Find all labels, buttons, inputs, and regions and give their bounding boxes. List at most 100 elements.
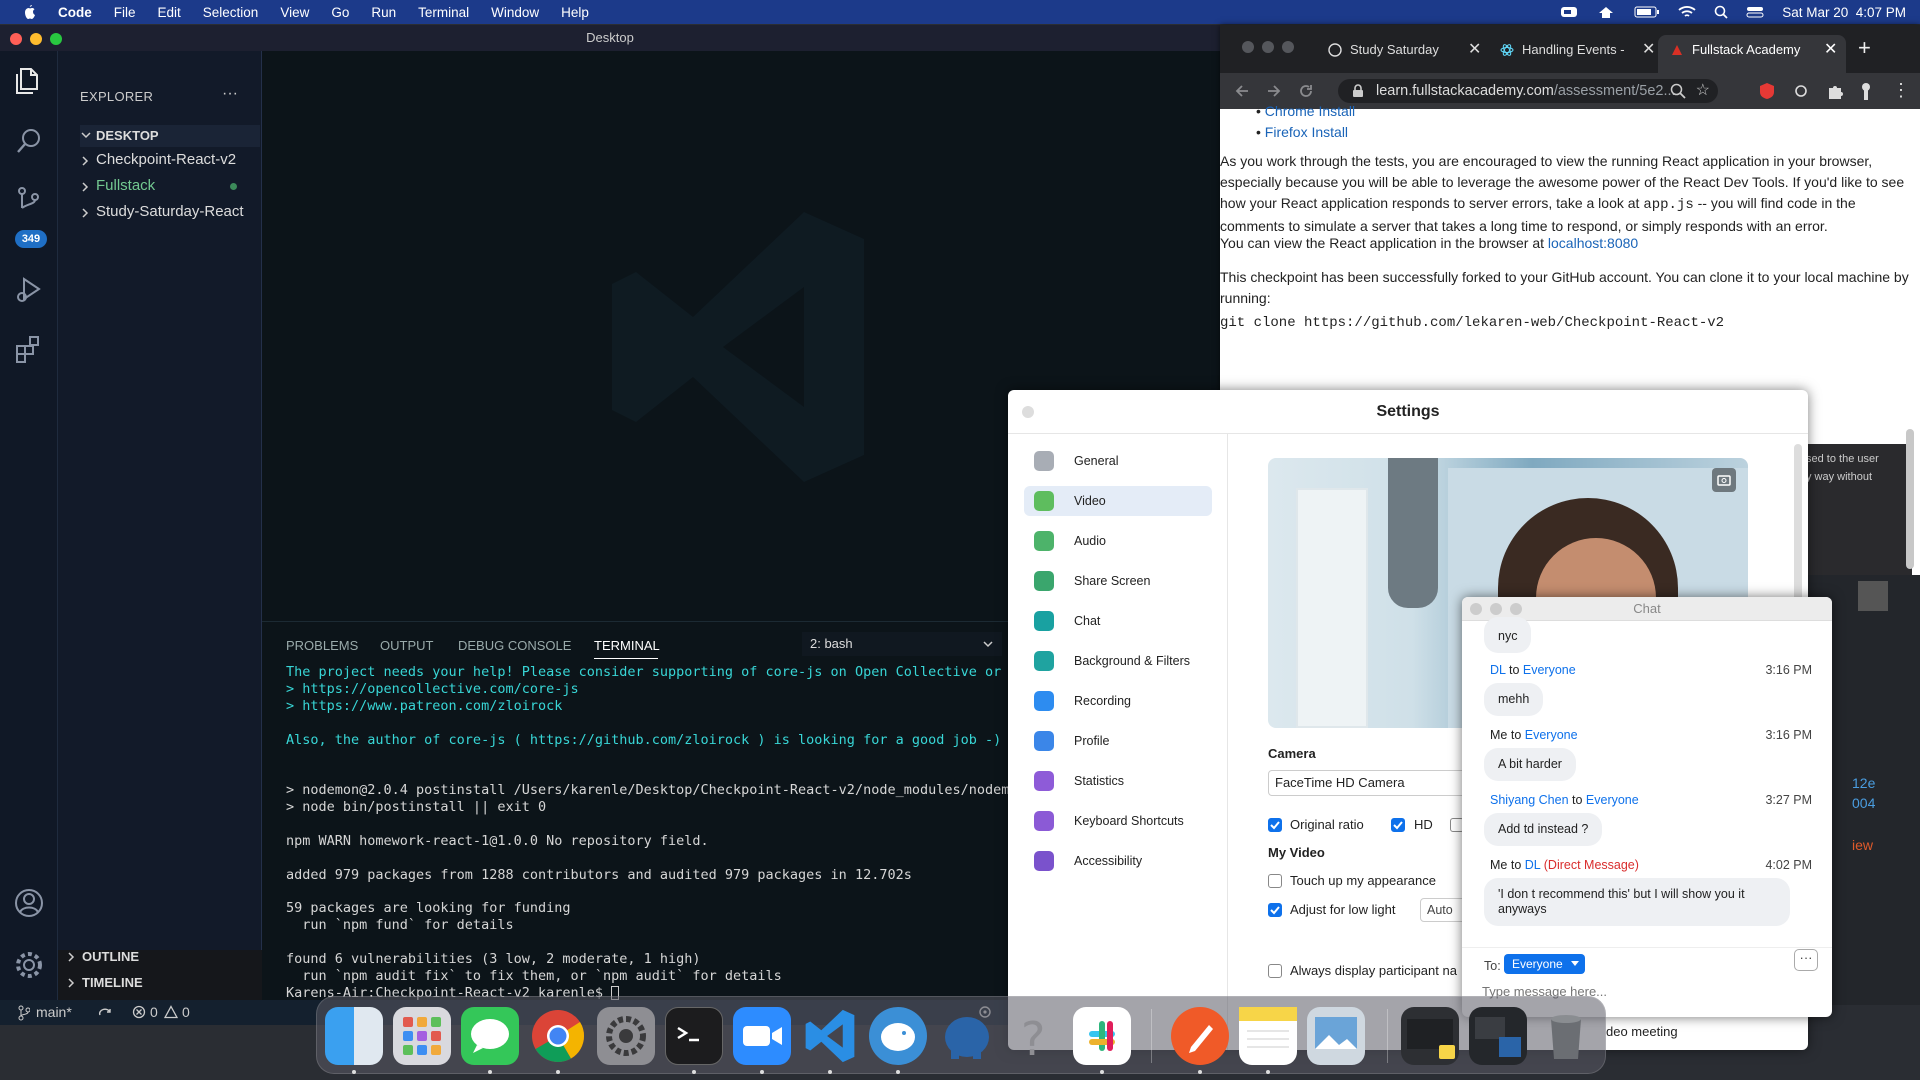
slack-icon[interactable] xyxy=(1073,1007,1131,1065)
window-close-button[interactable] xyxy=(1242,41,1254,53)
menu-selection[interactable]: Selection xyxy=(203,5,259,20)
profile-avatar-icon[interactable] xyxy=(1856,80,1876,102)
desktop-section-header[interactable]: DESKTOP xyxy=(80,125,260,147)
back-icon[interactable] xyxy=(1234,83,1250,99)
recipient-name[interactable]: DL xyxy=(1525,858,1541,872)
menu-edit[interactable]: Edit xyxy=(158,5,181,20)
tableplus-icon[interactable] xyxy=(869,1007,927,1065)
tab-terminal[interactable]: TERMINAL xyxy=(594,638,660,653)
warning-count[interactable]: 0 xyxy=(182,1004,190,1020)
finder-icon[interactable] xyxy=(325,1007,383,1065)
extension-bug-icon[interactable] xyxy=(1792,82,1810,100)
sidebar-item-profile[interactable]: Profile xyxy=(1024,726,1212,756)
always-display-names-checkbox[interactable] xyxy=(1268,964,1282,978)
bookmark-star-icon[interactable]: ☆ xyxy=(1696,79,1710,103)
tab-study-saturday[interactable]: Study Saturday ✕ xyxy=(1324,35,1494,73)
zoom-status-icon[interactable] xyxy=(1560,5,1578,19)
new-tab-button[interactable]: + xyxy=(1858,35,1871,61)
folder-stack-icon[interactable] xyxy=(1401,1007,1459,1065)
sidebar-item-recording[interactable]: Recording xyxy=(1024,686,1212,716)
preview-icon[interactable] xyxy=(1307,1007,1365,1065)
apple-menu-icon[interactable] xyxy=(22,4,36,20)
terminal-output[interactable]: The project needs your help! Please cons… xyxy=(286,664,1026,1002)
participant-thumbnail[interactable] xyxy=(1858,581,1888,611)
notes-icon[interactable] xyxy=(1239,1007,1297,1065)
chrome-icon[interactable] xyxy=(529,1007,587,1065)
spotlight-search-icon[interactable] xyxy=(1714,5,1728,19)
more-options-button[interactable]: ··· xyxy=(1794,949,1818,971)
menu-run[interactable]: Run xyxy=(371,5,396,20)
postgres-elephant-icon[interactable] xyxy=(937,1007,995,1065)
zoom-icon[interactable] xyxy=(733,1007,791,1065)
messages-icon[interactable] xyxy=(461,1007,519,1065)
downloads-stack-icon[interactable] xyxy=(1469,1007,1527,1065)
menu-help[interactable]: Help xyxy=(561,5,589,20)
recipient-dropdown[interactable]: Everyone xyxy=(1504,954,1585,974)
touch-up-checkbox[interactable] xyxy=(1268,874,1282,888)
camera-select[interactable]: FaceTime HD Camera xyxy=(1268,770,1478,796)
zoom-lens-icon[interactable] xyxy=(1670,83,1686,99)
trash-icon[interactable] xyxy=(1537,1007,1595,1065)
sidebar-item-general[interactable]: General xyxy=(1024,446,1212,476)
close-icon[interactable]: ✕ xyxy=(1468,35,1481,65)
git-branch-status[interactable]: main* xyxy=(36,1004,72,1020)
rotate-camera-button[interactable] xyxy=(1712,468,1736,492)
menu-file[interactable]: File xyxy=(114,5,136,20)
extensions-icon[interactable] xyxy=(13,333,45,365)
firefox-install-link[interactable]: • Firefox Install xyxy=(1256,122,1348,143)
menu-app-name[interactable]: Code xyxy=(58,5,92,20)
tab-debug-console[interactable]: DEBUG CONSOLE xyxy=(458,638,571,653)
link-text[interactable]: Chrome Install xyxy=(1265,103,1355,119)
launchpad-icon[interactable] xyxy=(393,1007,451,1065)
control-center-icon[interactable] xyxy=(1746,5,1764,19)
recipient-name[interactable]: Everyone xyxy=(1523,663,1576,677)
sidebar-item-share-screen[interactable]: Share Screen xyxy=(1024,566,1212,596)
window-close-button[interactable] xyxy=(1470,603,1482,615)
menubar-clock[interactable]: Sat Mar 20 4:07 PM xyxy=(1782,5,1906,20)
chrome-menu-icon[interactable]: ⋮ xyxy=(1892,81,1910,99)
original-ratio-checkbox[interactable] xyxy=(1268,818,1282,832)
wifi-icon[interactable] xyxy=(1678,5,1696,19)
sidebar-item-background-filters[interactable]: Background & Filters xyxy=(1024,646,1212,676)
low-light-checkbox[interactable] xyxy=(1268,903,1282,917)
localhost-link[interactable]: localhost:8080 xyxy=(1548,235,1638,251)
terminal-selector[interactable]: 2: bash xyxy=(802,632,1002,656)
tab-fullstack-academy[interactable]: Fullstack Academy ✕ xyxy=(1658,35,1846,73)
window-minimize-button[interactable] xyxy=(1490,603,1502,615)
close-icon[interactable]: ✕ xyxy=(1642,35,1655,65)
source-control-icon[interactable] xyxy=(13,185,45,217)
extension-red-icon[interactable] xyxy=(1758,82,1776,100)
sidebar-item-video[interactable]: Video xyxy=(1024,486,1212,516)
slack-status-icon[interactable] xyxy=(1596,5,1616,19)
sender-name[interactable]: DL xyxy=(1490,663,1506,677)
extensions-puzzle-icon[interactable] xyxy=(1826,82,1844,100)
recipient-name[interactable]: Everyone xyxy=(1525,728,1578,742)
window-zoom-button[interactable] xyxy=(1510,603,1522,615)
run-debug-icon[interactable] xyxy=(13,273,45,305)
window-close-button[interactable] xyxy=(10,33,22,45)
explorer-more-button[interactable]: ··· xyxy=(222,85,238,103)
sketch-pen-icon[interactable] xyxy=(1171,1007,1229,1065)
sidebar-item-audio[interactable]: Audio xyxy=(1024,526,1212,556)
window-zoom-button[interactable] xyxy=(50,33,62,45)
menu-go[interactable]: Go xyxy=(331,5,349,20)
tab-handling-events[interactable]: Handling Events - ✕ xyxy=(1496,35,1666,73)
window-minimize-button[interactable] xyxy=(30,33,42,45)
menu-window[interactable]: Window xyxy=(491,5,539,20)
close-icon[interactable]: ✕ xyxy=(1824,35,1837,65)
vscode-icon[interactable] xyxy=(801,1007,859,1065)
error-count[interactable]: 0 xyxy=(150,1004,158,1020)
reload-icon[interactable] xyxy=(1298,83,1314,99)
help-icon[interactable]: ? xyxy=(1005,1007,1063,1065)
battery-icon[interactable] xyxy=(1634,6,1660,18)
terminal-icon[interactable] xyxy=(665,1007,723,1065)
settings-gear-icon[interactable] xyxy=(13,949,45,981)
forward-icon[interactable] xyxy=(1266,83,1282,99)
window-minimize-button[interactable] xyxy=(1262,41,1274,53)
sender-name[interactable]: Shiyang Chen xyxy=(1490,793,1569,807)
tab-problems[interactable]: PROBLEMS xyxy=(286,638,358,653)
search-icon[interactable] xyxy=(13,125,45,157)
address-bar[interactable]: learn.fullstackacademy.com/assessment/5e… xyxy=(1338,79,1718,103)
accounts-icon[interactable] xyxy=(13,887,45,919)
tab-output[interactable]: OUTPUT xyxy=(380,638,433,653)
